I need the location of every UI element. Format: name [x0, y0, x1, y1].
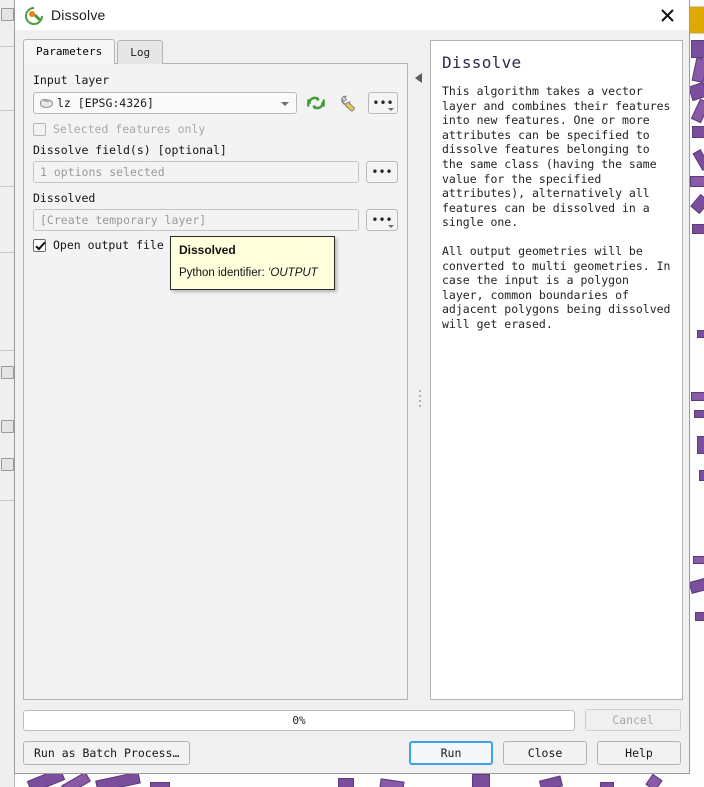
help-paragraph: This algorithm takes a vector layer and … [442, 84, 678, 230]
dialog-footer: 0% Cancel Run as Batch Process… Run Clos… [23, 709, 681, 765]
close-button[interactable]: Close [503, 741, 587, 765]
map-polygon [692, 224, 704, 234]
map-polygon [645, 773, 663, 787]
dissolve-fields-browse-button[interactable]: ••• [366, 161, 398, 183]
map-polygon [697, 436, 704, 454]
cancel-button: Cancel [585, 709, 681, 731]
progress-bar: 0% [23, 709, 575, 731]
qgis-left-toolbar[interactable] [0, 0, 15, 787]
panel-splitter[interactable] [411, 70, 429, 710]
tooltip-body: Python identifier: ‘OUTPUT [179, 266, 326, 280]
dissolve-fields-row: 1 options selected ••• [33, 161, 398, 183]
map-polygon [688, 81, 704, 102]
run-as-batch-process-button[interactable]: Run as Batch Process… [23, 741, 191, 765]
iterate-features-icon[interactable] [303, 91, 329, 115]
map-polygon [694, 410, 704, 418]
map-polygon [379, 778, 405, 787]
map-polygon [688, 578, 704, 594]
selected-features-only-row[interactable]: Selected features only [33, 122, 398, 136]
wrench-icon[interactable] [335, 91, 361, 115]
map-polygon [690, 176, 704, 187]
toolbar-divider [0, 350, 14, 351]
toolbar-divider [0, 186, 14, 187]
dissolved-output-input[interactable]: [Create temporary layer] [33, 209, 359, 231]
map-polygon [690, 194, 704, 214]
ellipsis-icon: ••• [371, 165, 393, 179]
progress-row: 0% Cancel [23, 709, 681, 731]
polygon-layer-icon [39, 98, 54, 109]
map-polygon [538, 775, 564, 787]
map-polygon [690, 98, 704, 124]
close-icon[interactable] [645, 0, 689, 30]
map-polygon [691, 392, 704, 401]
selected-features-only-label: Selected features only [53, 122, 206, 136]
map-polygon [472, 774, 490, 787]
tab-parameters[interactable]: Parameters [23, 39, 116, 64]
toolbar-button[interactable] [1, 458, 14, 471]
map-polygon [150, 782, 170, 787]
toolbar-divider [0, 110, 14, 111]
dissolved-output-label: Dissolved [33, 191, 96, 205]
input-layer-browse-button[interactable]: ••• [368, 92, 398, 114]
tab-log[interactable]: Log [117, 40, 164, 64]
toolbar-divider [0, 252, 14, 253]
dissolve-fields-input[interactable]: 1 options selected [33, 161, 359, 183]
tooltip-title: Dissolved [179, 243, 236, 257]
parameters-form: Input layer lz [EPSG:4326] ••• Selected … [33, 72, 398, 258]
splitter-grip-icon[interactable] [419, 390, 421, 412]
dissolve-dialog: Dissolve Parameters Log Input layer lz [… [14, 0, 690, 774]
map-polygon [697, 330, 704, 338]
dissolved-output-row: [Create temporary layer] ••• [33, 209, 398, 231]
help-title: Dissolve [442, 53, 522, 72]
map-polygon [692, 126, 704, 138]
tooltip-python-identifier: ‘OUTPUT [267, 267, 318, 279]
dissolve-fields-value: 1 options selected [40, 165, 165, 179]
tooltip-body-prefix: Python identifier: [179, 267, 268, 279]
input-layer-row: lz [EPSG:4326] ••• [33, 91, 398, 115]
parameter-tooltip: Dissolved Python identifier: ‘OUTPUT [170, 236, 335, 290]
help-paragraph: All output geometries will be converted … [442, 243, 678, 331]
toolbar-button[interactable] [1, 366, 14, 379]
algorithm-help-panel: Dissolve This algorithm takes a vector l… [430, 40, 683, 700]
qgis-logo-icon [21, 3, 47, 29]
parameters-panel: Parameters Log Input layer lz [EPSG:4326… [23, 39, 408, 700]
map-polygon [691, 40, 704, 58]
dialog-body: Parameters Log Input layer lz [EPSG:4326… [15, 30, 689, 773]
toolbar-button[interactable] [1, 420, 14, 433]
map-polygon [692, 149, 704, 171]
run-button[interactable]: Run [409, 741, 493, 765]
selected-features-only-checkbox [33, 122, 46, 136]
footer-button-row: Run as Batch Process… Run Close Help [23, 741, 681, 765]
dissolved-output-placeholder: [Create temporary layer] [40, 213, 207, 227]
toolbar-divider [0, 46, 14, 47]
chevron-down-icon[interactable] [281, 102, 289, 106]
input-layer-value: lz [EPSG:4326] [57, 96, 154, 110]
help-button[interactable]: Help [597, 741, 681, 765]
map-polygon [693, 556, 704, 564]
toolbar-button[interactable] [1, 8, 14, 21]
input-layer-label: Input layer [33, 73, 110, 87]
tab-bar: Parameters Log [23, 39, 408, 64]
map-polygon [699, 470, 704, 481]
dialog-title-bar[interactable]: Dissolve [15, 0, 689, 31]
progress-text: 0% [292, 713, 306, 727]
dissolve-fields-label: Dissolve field(s) [optional] [33, 143, 227, 157]
open-output-file-checkbox [33, 238, 46, 252]
map-polygon [695, 612, 704, 621]
map-polygon [61, 771, 91, 787]
map-polygon [338, 778, 354, 787]
map-polygon [600, 782, 614, 787]
toolbar-divider [0, 500, 14, 501]
parameters-tab-panel: Input layer lz [EPSG:4326] ••• Selected … [23, 63, 408, 700]
collapse-left-arrow-icon[interactable] [415, 73, 422, 83]
dissolved-output-browse-button[interactable]: ••• [366, 209, 398, 231]
chevron-down-icon [388, 225, 394, 228]
dialog-title: Dissolve [51, 7, 106, 23]
input-layer-combo[interactable]: lz [EPSG:4326] [33, 92, 297, 114]
chevron-down-icon [388, 108, 394, 111]
map-polygon [691, 57, 704, 83]
message-bar [690, 6, 704, 34]
